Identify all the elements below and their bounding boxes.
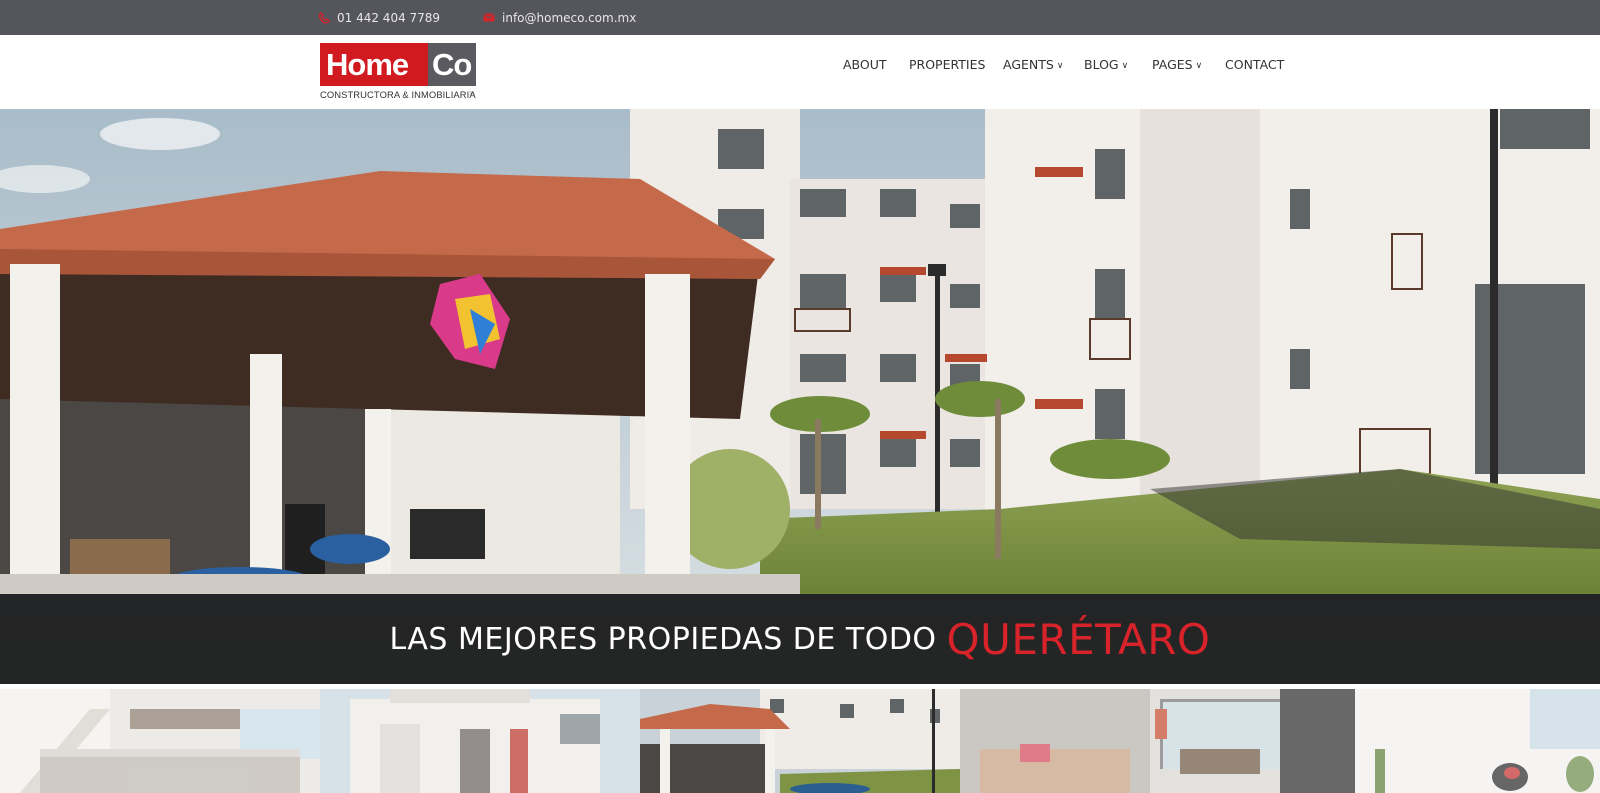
- thumbnail-kitchen[interactable]: [0, 689, 320, 793]
- hero-slider[interactable]: LAS MEJORES PROPIEDAS DE TODO QUERÉTARO: [0, 109, 1600, 684]
- contact-email[interactable]: info@homeco.com.mx: [483, 0, 636, 35]
- chevron-down-icon: ∨: [1195, 61, 1203, 71]
- hero-caption-accent: QUERÉTARO: [946, 614, 1211, 664]
- phone-number: 01 442 404 7789: [337, 10, 441, 25]
- nav-properties-label: PROPERTIES: [909, 57, 986, 72]
- nav-contact[interactable]: CONTACT: [1225, 57, 1284, 72]
- nav-pages-label: PAGES: [1152, 57, 1193, 72]
- nav-about-label: ABOUT: [843, 57, 887, 72]
- email-address: info@homeco.com.mx: [502, 10, 637, 25]
- nav-pages[interactable]: PAGES ∨: [1152, 57, 1202, 72]
- logo-tagline: CONSTRUCTORA & INMOBILIARIA: [320, 89, 476, 100]
- logo-co-text: Co SA: [428, 43, 476, 97]
- thumbnail-gazebo[interactable]: [640, 689, 960, 793]
- contact-phone[interactable]: 01 442 404 7789: [318, 0, 440, 35]
- nav-about[interactable]: ABOUT: [843, 57, 887, 72]
- chevron-down-icon: ∨: [1121, 61, 1129, 71]
- thumbnail-overlay: [960, 689, 1280, 793]
- thumbnail-overlay: [0, 689, 320, 793]
- thumbnail-overlay: [320, 689, 640, 793]
- phone-icon: [318, 11, 330, 24]
- top-contact-bar: 01 442 404 7789 info@homeco.com.mx: [0, 0, 1600, 35]
- nav-blog[interactable]: BLOG ∨: [1084, 57, 1128, 72]
- thumbnail-living-room[interactable]: [960, 689, 1280, 793]
- hero-caption-band: LAS MEJORES PROPIEDAS DE TODO QUERÉTARO: [0, 594, 1600, 684]
- nav-properties[interactable]: PROPERTIES: [909, 57, 985, 72]
- site-header: Home Co SA CONSTRUCTORA & INMOBILIARIA A…: [0, 35, 1600, 109]
- hero-caption: LAS MEJORES PROPIEDAS DE TODO QUERÉTARO: [0, 594, 1600, 684]
- chevron-down-icon: ∨: [1056, 61, 1064, 71]
- homeco-logo[interactable]: Home Co SA CONSTRUCTORA & INMOBILIARIA: [320, 43, 476, 101]
- nav-agents-label: AGENTS: [1003, 57, 1054, 72]
- thumbnail-house-facade[interactable]: [320, 689, 640, 793]
- nav-blog-label: BLOG: [1084, 57, 1119, 72]
- envelope-icon: [483, 13, 495, 22]
- hero-thumbnail-strip: [0, 689, 1600, 793]
- logo-home-text: Home: [320, 43, 428, 86]
- hero-caption-main: LAS MEJORES PROPIEDAS DE TODO: [389, 621, 937, 657]
- thumbnail-terrace[interactable]: [1280, 689, 1600, 793]
- nav-agents[interactable]: AGENTS ∨: [1003, 57, 1063, 72]
- nav-contact-label: CONTACT: [1225, 57, 1285, 72]
- thumbnail-overlay: [640, 689, 960, 793]
- thumbnail-overlay: [1280, 689, 1600, 793]
- logo-co-label: Co: [432, 47, 472, 82]
